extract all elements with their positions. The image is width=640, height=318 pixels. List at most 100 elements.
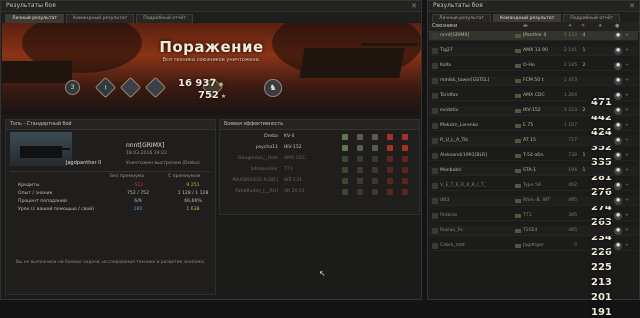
medal-column-icon[interactable]: ● — [615, 22, 619, 31]
player-avatar-icon — [432, 183, 438, 189]
xp-column-icon[interactable]: ★ — [598, 22, 602, 31]
kill-icon — [402, 166, 408, 173]
ally-row[interactable]: fmibros T71 385 213 ● + — [429, 211, 638, 288]
ally-tank-name: Rhm.-B. WT — [523, 198, 550, 203]
efficiency-row[interactable]: bitetovskier T71 — [222, 165, 417, 174]
damage-assist-icon — [357, 177, 363, 184]
window-title-bar: Результаты боя ✕ — [1, 1, 421, 12]
more-icon[interactable]: + — [625, 226, 629, 236]
medal-count-icon: ● — [614, 32, 622, 40]
spotted-icon — [342, 166, 348, 173]
ally-row[interactable]: nnnt[GRIMX] JPanther II 1 133 4 471 ● + — [429, 31, 638, 108]
damage-icon — [387, 188, 393, 195]
more-icon[interactable]: + — [625, 136, 629, 146]
ally-kills: 1 — [582, 153, 586, 158]
more-icon[interactable]: + — [625, 211, 629, 221]
efficiency-row[interactable]: psycho11 IKV-152 — [222, 143, 417, 152]
more-icon[interactable]: + — [625, 76, 629, 86]
armor-icon — [372, 177, 378, 184]
ally-kills: 1 — [582, 168, 586, 173]
ally-player-name: nnnt[GRIMX] — [440, 33, 470, 38]
tank-column-icon[interactable]: ▬ — [523, 22, 528, 31]
ally-player-name: Aleksandr1991[BLR] — [440, 153, 488, 158]
stat-row-credits: Кредиты -512 9 251 — [18, 183, 200, 188]
more-icon[interactable]: + — [625, 241, 629, 251]
ally-kills: 1 — [582, 48, 586, 53]
efficiency-player-name: Dangerous__Hole — [238, 156, 278, 161]
combat-efficiency-panel: Боевая эффективность Dreba KV-4 psycho11 IK… — [219, 119, 420, 215]
tab-detailed-report[interactable]: Подробный отчёт — [136, 14, 194, 23]
more-icon[interactable]: + — [625, 196, 629, 206]
results-tabs: Личный результат Командный результат Под… — [428, 12, 639, 23]
efficiency-tank-name: T71 — [284, 167, 293, 172]
damage-icon — [387, 166, 393, 173]
more-icon[interactable]: + — [625, 46, 629, 56]
ally-row[interactable]: Monbobri STA-1 194 1 234 ● + — [429, 166, 638, 243]
armor-icon — [372, 144, 378, 151]
efficiency-row[interactable]: Dreba KV-4 — [222, 132, 417, 141]
kills-column-icon[interactable]: ✕ — [581, 22, 585, 31]
ally-damage: 1 133 — [563, 33, 577, 38]
more-icon[interactable]: + — [625, 166, 629, 176]
ally-row[interactable]: Tig27 AMX 13 90 2 141 1 442 ● + — [429, 46, 638, 123]
more-icon[interactable]: + — [625, 181, 629, 191]
kill-icon — [402, 177, 408, 184]
tab-personal-result[interactable]: Личный результат — [5, 14, 64, 23]
efficiency-tank-name: VK 20.01 — [284, 189, 305, 194]
close-icon[interactable]: ✕ — [629, 1, 635, 11]
ally-row[interactable]: Toridfox AMX CDC 1 264 335 ● + — [429, 91, 638, 168]
more-icon[interactable]: + — [625, 91, 629, 101]
ally-row[interactable]: dtt3 Rhm.-B. WT 495 225 ● + — [429, 196, 638, 273]
medal-count-icon: ● — [614, 197, 622, 205]
efficiency-row[interactable]: Dangerous__Hole AMX CDC — [222, 154, 417, 163]
ally-row[interactable]: Maksim_Lorenko E 75 1 167 276 ● + — [429, 121, 638, 198]
ally-row[interactable]: V_E_T_E_R_K_R_I_T_ Type 59 492 226 ● + — [429, 181, 638, 258]
kill-icon — [402, 155, 408, 162]
efficiency-row[interactable]: FatalBuddy_[__RU] VK 20.01 — [222, 187, 417, 196]
damage-column-icon[interactable]: ✦ — [568, 22, 572, 31]
ally-row[interactable]: R_U_L_A_Tik AT 15 717 274 ● + — [429, 136, 638, 213]
medal-count-icon: ● — [614, 77, 622, 85]
stat-row-damage: Урон (с вашей помощью / свой) 280 1 638 — [18, 207, 200, 212]
close-icon[interactable]: ✕ — [411, 1, 417, 11]
ally-player-name: Ruslan_Fe — [440, 228, 463, 233]
achievement-icon[interactable]: ♞ — [264, 79, 282, 97]
more-icon[interactable]: + — [625, 151, 629, 161]
efficiency-player-name: Dreba — [264, 134, 278, 139]
damage-icon — [387, 144, 393, 151]
more-icon[interactable]: + — [625, 106, 629, 116]
ally-tank-name: IKV-152 — [523, 108, 541, 113]
ally-player-name: R_U_L_A_Tik — [440, 138, 469, 143]
medal-icon[interactable] — [119, 76, 142, 99]
credits-earned: 16 937 ◉ — [178, 78, 224, 89]
battle-results-window: Результаты боя ✕ Личный результат Команд… — [0, 0, 422, 300]
medal-icon[interactable] — [144, 76, 167, 99]
class-badge-icon[interactable]: 3 — [65, 80, 80, 95]
ally-player-name: Maksim_Lorenko — [440, 123, 479, 128]
ally-player-name: Tig27 — [440, 48, 453, 53]
ally-row[interactable]: Aleksandr1991[BLR] T-54 обл. 738 1 263 ● + — [429, 151, 638, 228]
ally-tank-name: STA-1 — [523, 168, 536, 173]
ally-row[interactable]: Cebrk_mbt Jagdtiger 0 191 ● + — [429, 241, 638, 318]
tank-type-icon — [515, 154, 521, 158]
tank-type-icon — [515, 214, 521, 218]
ally-damage: 717 — [568, 138, 577, 143]
tab-team-result[interactable]: Командный результат — [65, 14, 135, 23]
ally-row[interactable]: evidotiv IKV-152 1 223 2 281 ● + — [429, 106, 638, 183]
window-title: Результаты боя — [433, 2, 483, 9]
tank-type-icon — [515, 199, 521, 203]
ally-tank-name: T71 — [523, 213, 532, 218]
kill-icon — [402, 133, 408, 140]
ally-tank-name: E 75 — [523, 123, 534, 128]
efficiency-row[interactable]: MAXDRIVE[G-R-DIE] WZ-131 — [222, 176, 417, 185]
more-icon[interactable]: + — [625, 31, 629, 41]
efficiency-player-name: psycho11 — [255, 145, 278, 150]
ally-row[interactable]: mmikk_tower[GSTEL] FCM 50 t1 473 352 ● + — [429, 76, 638, 153]
mastery-badge-icon[interactable]: I — [94, 76, 117, 99]
ally-row[interactable]: Kolla O-Ho 2 185 2 424 ● + — [429, 61, 638, 138]
more-icon[interactable]: + — [625, 61, 629, 71]
ally-row[interactable]: Ruslan_Fe T26E4 485 201 ● + — [429, 226, 638, 303]
tank-silhouette — [2, 61, 72, 83]
more-icon[interactable]: + — [625, 121, 629, 131]
damage-icon — [387, 133, 393, 140]
